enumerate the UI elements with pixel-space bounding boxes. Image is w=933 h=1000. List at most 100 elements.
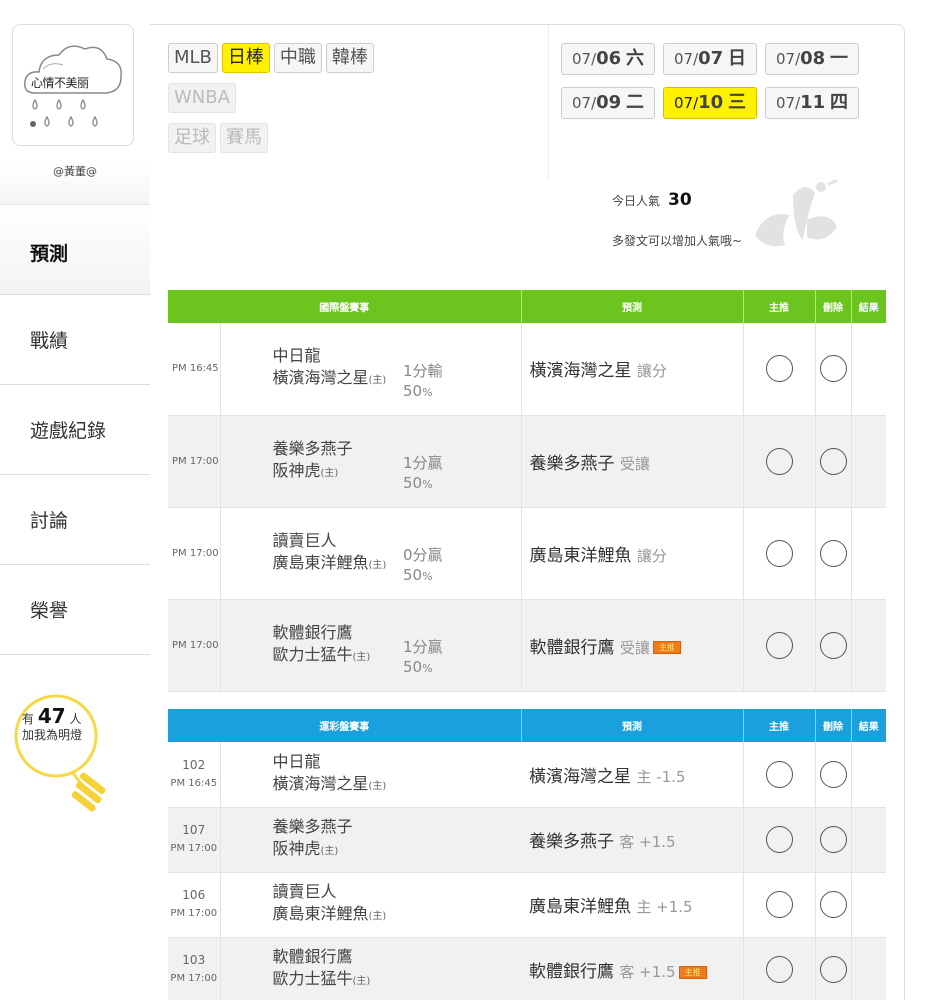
- game-id: 102: [182, 757, 206, 772]
- date-day: 11: [800, 92, 826, 113]
- matchup: 養樂多燕子 阪神虎(主): [220, 807, 521, 872]
- result-percent-unit: %: [422, 385, 433, 399]
- main-panel: MLB 日棒 中職 韓棒 WNBA 足球 賽馬 07/06 六 07/07 日 07/08 …: [150, 24, 905, 1000]
- pick-team: 軟體銀行鷹: [529, 962, 614, 982]
- date-button[interactable]: 07/08 一: [765, 43, 859, 75]
- delete-radio[interactable]: [819, 631, 847, 659]
- fans-counter[interactable]: 有 47 人 加我為明燈: [22, 706, 102, 743]
- delete-cell: [815, 507, 852, 599]
- date-day: 06: [596, 48, 622, 69]
- date-month: 07/: [674, 50, 699, 68]
- pick-team: 廣島東洋鯉魚: [529, 897, 631, 917]
- feature-radio[interactable]: [765, 956, 793, 983]
- nav-item-predict[interactable]: 預測: [0, 205, 150, 295]
- pick-team: 橫濱海灣之星: [529, 361, 632, 382]
- game-id: 103: [182, 953, 206, 967]
- table-row: 106 PM 17:00 讀賣巨人 廣島東洋鯉魚(主) 廣島東洋鯉魚 主 +1.5: [168, 872, 886, 937]
- game-time: PM 17:00: [170, 908, 218, 919]
- feature-radio[interactable]: [765, 631, 793, 659]
- home-mark: (主): [368, 780, 387, 792]
- popularity-label: 今日人氣: [612, 194, 661, 208]
- nav-item-label: 預測: [30, 243, 69, 265]
- result-cell: [851, 742, 886, 807]
- game-time: PM 17:00: [168, 507, 221, 599]
- delete-radio[interactable]: [819, 891, 847, 918]
- date-button[interactable]: 07/06 六: [561, 43, 655, 75]
- sport-tab-kbo[interactable]: 韓棒: [325, 43, 374, 73]
- popularity-tip: 多發文可以增加人氣哦~: [612, 234, 743, 248]
- date-day: 09: [596, 92, 622, 113]
- game-time: PM 16:45: [168, 323, 221, 415]
- result-cell: [851, 937, 886, 1000]
- sport-tab-horse-racing[interactable]: 賽馬: [220, 123, 268, 153]
- delete-radio[interactable]: [819, 447, 847, 475]
- nav-item-game-log[interactable]: 遊戲紀錄: [0, 385, 150, 475]
- delete-radio[interactable]: [819, 760, 847, 788]
- date-button[interactable]: 07/07 日: [663, 43, 757, 75]
- pick-note: 讓分: [636, 362, 667, 381]
- sidebar: 心情不美丽 @黃董@ 預測 戰績 遊戲紀錄 討論 榮譽 有 47 人 加我為明燈: [0, 0, 150, 1000]
- matchup: 讀賣巨人 廣島東洋鯉魚(主): [220, 872, 521, 937]
- intl-table: 國際盤賽事 預測 主推 刪除 結果 PM 16:45 中日龍 橫濱海灣之星(主) …: [168, 290, 887, 692]
- sport-tab-cpbl[interactable]: 中職: [273, 43, 322, 73]
- lottery-table: 運彩盤賽事 預測 主推 刪除 結果 102 PM 16:45 中日龍 橫濱海灣之星(…: [168, 709, 886, 1000]
- home-mark: (主): [320, 467, 339, 479]
- date-button[interactable]: 07/11 四: [765, 87, 859, 119]
- nav-item-record[interactable]: 戰績: [0, 295, 150, 385]
- avatar[interactable]: 心情不美丽: [12, 24, 134, 146]
- delete-radio[interactable]: [819, 355, 847, 383]
- date-weekday: 日: [727, 48, 746, 69]
- fans-prefix: 有: [22, 712, 35, 726]
- pick-note: 客 +1.5: [619, 963, 676, 981]
- sport-tab-soccer[interactable]: 足球: [168, 123, 216, 153]
- home-mark: (主): [352, 651, 371, 663]
- feature-radio[interactable]: [765, 539, 793, 567]
- feature-radio[interactable]: [765, 447, 793, 475]
- date-weekday: 四: [829, 92, 848, 113]
- column-header: 運彩盤賽事: [168, 709, 522, 742]
- delete-radio[interactable]: [819, 826, 847, 853]
- nav-item-label: 討論: [30, 510, 69, 532]
- home-mark: (主): [368, 911, 387, 922]
- result-cell: [851, 415, 886, 507]
- sport-tab-npb[interactable]: 日棒: [221, 43, 270, 73]
- game-time: PM 17:00: [170, 843, 218, 854]
- pick-team: 養樂多燕子: [529, 832, 614, 852]
- pick-note: 主 -1.5: [636, 767, 686, 786]
- date-month: 07/: [776, 94, 801, 112]
- feature-radio[interactable]: [765, 355, 793, 383]
- feature-cell: [743, 323, 816, 415]
- feature-radio[interactable]: [765, 760, 793, 788]
- delete-radio[interactable]: [819, 539, 847, 567]
- table-row: PM 17:00 軟體銀行鷹 歐力士猛牛(主) 1分贏 50% 軟體銀行鷹 受讓 主推: [168, 599, 887, 691]
- prediction: 軟體銀行鷹 客 +1.5 主推: [521, 937, 744, 1000]
- column-header: 結果: [851, 290, 887, 323]
- delete-radio[interactable]: [819, 956, 847, 983]
- avatar-caption: 心情不美丽: [31, 76, 89, 90]
- pick-team: 廣島東洋鯉魚: [529, 545, 632, 566]
- result-text: 1分贏: [403, 638, 443, 656]
- home-team: 橫濱海灣之星: [272, 368, 369, 388]
- column-header: 主推: [743, 709, 816, 742]
- date-button-selected[interactable]: 07/10 三: [663, 87, 757, 119]
- delete-cell: [815, 323, 852, 415]
- game-result: 0分贏 50%: [403, 507, 522, 599]
- date-weekday: 三: [727, 92, 746, 113]
- sport-tab-mlb[interactable]: MLB: [168, 43, 218, 73]
- date-selector: 07/06 六 07/07 日 07/08 一 07/09 二 07/10 三 07/1…: [548, 25, 903, 180]
- date-button[interactable]: 07/09 二: [561, 87, 655, 119]
- featured-badge: 主推: [678, 965, 707, 979]
- popularity-value: 30: [668, 190, 692, 210]
- nav-item-honor[interactable]: 榮譽: [0, 565, 150, 655]
- feature-cell: [743, 599, 816, 691]
- username[interactable]: @黃董@: [0, 163, 150, 179]
- matchup: 讀賣巨人 廣島東洋鯉魚(主): [220, 507, 403, 599]
- game-number: 102 PM 16:45: [168, 742, 221, 807]
- home-mark: (主): [368, 559, 387, 571]
- nav-item-discussion[interactable]: 討論: [0, 475, 150, 565]
- feature-radio[interactable]: [765, 891, 793, 918]
- sport-tab-wnba[interactable]: WNBA: [168, 83, 236, 113]
- delete-cell: [815, 415, 852, 507]
- fans-count: 47: [37, 704, 66, 728]
- feature-radio[interactable]: [765, 826, 793, 853]
